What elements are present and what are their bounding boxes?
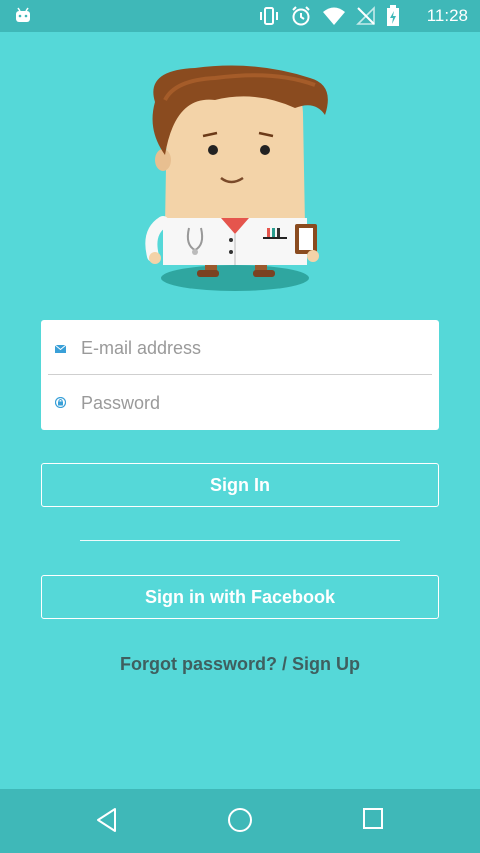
account-links: Forgot password? / Sign Up bbox=[0, 654, 480, 675]
no-signal-icon bbox=[356, 6, 376, 31]
status-bar: 11:28 bbox=[0, 0, 480, 32]
vibrate-icon bbox=[258, 6, 280, 31]
status-time: 11:28 bbox=[426, 6, 468, 25]
battery-charging-icon bbox=[386, 5, 400, 32]
separator-line bbox=[80, 540, 400, 541]
wifi-icon bbox=[322, 6, 346, 31]
link-separator: / bbox=[276, 654, 292, 674]
facebook-sign-in-button[interactable]: Sign in with Facebook bbox=[41, 575, 439, 619]
alarm-icon bbox=[290, 5, 312, 32]
home-icon[interactable] bbox=[227, 807, 253, 838]
sign-up-link[interactable]: Sign Up bbox=[292, 654, 360, 674]
email-field-row bbox=[41, 320, 439, 375]
lock-icon bbox=[54, 395, 67, 413]
login-form bbox=[41, 320, 439, 430]
mail-icon bbox=[54, 340, 67, 358]
password-field-row bbox=[41, 375, 439, 430]
recents-icon[interactable] bbox=[362, 807, 384, 836]
sign-in-button[interactable]: Sign In bbox=[41, 463, 439, 507]
password-input[interactable] bbox=[79, 387, 423, 419]
email-input[interactable] bbox=[79, 332, 423, 364]
navigation-bar bbox=[0, 789, 480, 853]
forgot-password-link[interactable]: Forgot password? bbox=[120, 654, 277, 674]
android-icon bbox=[14, 6, 32, 29]
doctor-mascot-illustration bbox=[135, 60, 345, 300]
back-icon[interactable] bbox=[95, 807, 119, 838]
